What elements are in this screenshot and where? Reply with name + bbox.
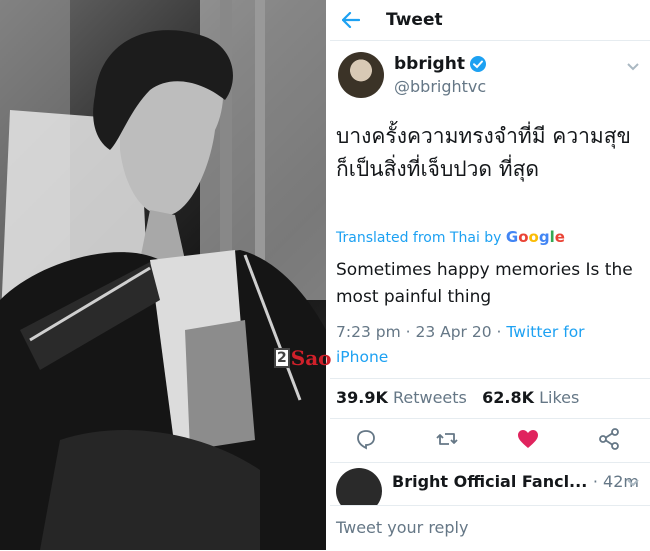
divider [330, 418, 650, 419]
share-icon[interactable] [597, 427, 621, 451]
tweet-meta: 7:23 pm · 23 Apr 20 · Twitter for iPhone [336, 323, 585, 366]
likes-label[interactable]: Likes [539, 388, 579, 407]
tweet-stats: 39.9K Retweets 62.8K Likes [336, 388, 579, 407]
tweet-date: 23 Apr 20 [415, 323, 492, 341]
heart-icon[interactable] [516, 427, 540, 451]
tweet-time: 7:23 pm [336, 323, 401, 341]
reply-composer[interactable]: Tweet your reply [330, 505, 650, 551]
action-bar [330, 427, 650, 453]
tweet-author[interactable]: bbright @bbrightvc [338, 52, 487, 98]
likes-count[interactable]: 62.8K [482, 388, 534, 407]
chevron-down-icon[interactable] [626, 478, 640, 488]
watermark-badge: 2 [274, 348, 290, 368]
retweets-count[interactable]: 39.9K [336, 388, 388, 407]
user-handle[interactable]: @bbrightvc [394, 77, 487, 96]
avatar[interactable] [338, 52, 384, 98]
divider [330, 462, 650, 463]
portrait-photo [0, 0, 326, 550]
translation-attribution[interactable]: Translated from Thai by Google [336, 228, 565, 246]
watermark-text: Sao [290, 346, 332, 370]
chevron-down-icon[interactable] [626, 62, 640, 72]
retweets-label[interactable]: Retweets [393, 388, 467, 407]
translated-text: Sometimes happy memories Is the most pai… [336, 260, 633, 307]
tweet-text: บางครั้งความทรงจำที่มี ความสุข ก็เป็นสิ่… [336, 124, 631, 181]
translated-prefix: Translated from Thai by [336, 230, 502, 246]
reply-input[interactable]: Tweet your reply [336, 518, 468, 537]
page-title: Tweet [386, 10, 443, 30]
verified-badge-icon [469, 56, 486, 72]
tweet-screenshot: Tweet bbright @bbrightvc บางครั้งความทรง… [330, 0, 650, 551]
portrait-illustration [0, 0, 326, 550]
watermark-logo: 2 Sao [274, 346, 332, 370]
google-logo: Google [505, 228, 565, 246]
reply-icon[interactable] [354, 427, 378, 451]
display-name[interactable]: bbright [394, 54, 465, 74]
reply-author-name[interactable]: Bright Official Fancl... [392, 472, 587, 491]
top-bar: Tweet [330, 0, 650, 41]
retweet-icon[interactable] [435, 427, 459, 451]
divider [330, 378, 650, 379]
arrow-left-icon[interactable] [342, 11, 360, 29]
